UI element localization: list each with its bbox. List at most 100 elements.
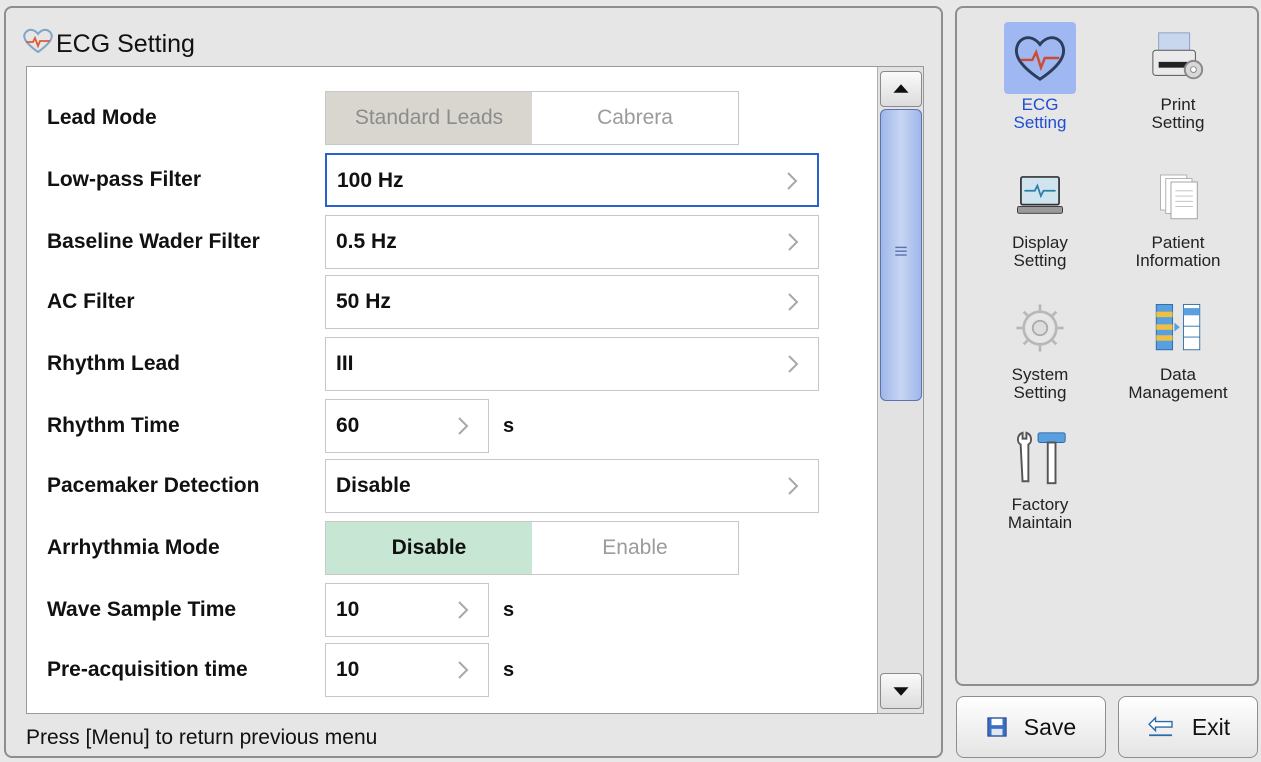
monitor-icon <box>1004 160 1076 232</box>
wrench-hammer-icon <box>1004 422 1076 494</box>
pacemaker-select[interactable]: Disable <box>325 459 819 513</box>
menu-data-management[interactable]: Data Management <box>1113 292 1243 402</box>
gear-icon <box>1004 292 1076 364</box>
ac-filter-label: AC Filter <box>47 290 135 313</box>
pre-acquisition-label: Pre-acquisition time <box>47 658 248 681</box>
menu-display-line1: Display <box>1012 233 1068 252</box>
row-arrhythmia: Arrhythmia Mode Disable Enable <box>27 521 877 575</box>
save-button[interactable]: Save <box>956 696 1106 758</box>
pre-acquisition-select[interactable]: 10 <box>325 643 489 697</box>
row-pre-acquisition: Pre-acquisition time 10 s <box>27 643 877 697</box>
rhythm-lead-label: Rhythm Lead <box>47 352 181 375</box>
status-message: Press [Menu] to return previous menu <box>26 726 378 749</box>
row-lead-mode: Lead Mode Standard Leads Cabrera <box>27 91 877 145</box>
pre-acquisition-unit: s <box>503 659 515 681</box>
row-wave-sample: Wave Sample Time 10 s <box>27 583 877 637</box>
heart-ecg-icon <box>20 28 56 61</box>
pre-acquisition-value: 10 <box>336 658 360 681</box>
low-pass-select[interactable]: 100 Hz <box>325 153 819 207</box>
navigation-panel: ECG Setting Print Setting Display Settin… <box>955 6 1259 686</box>
menu-display-line2: Setting <box>1013 251 1067 270</box>
menu-print-setting[interactable]: Print Setting <box>1113 22 1243 132</box>
baseline-label: Baseline Wader Filter <box>47 230 260 253</box>
chevron-right-icon <box>788 355 799 373</box>
scroll-up-button[interactable] <box>880 71 922 107</box>
menu-ecg-setting[interactable]: ECG Setting <box>975 22 1105 132</box>
rhythm-time-label: Rhythm Time <box>47 414 180 437</box>
menu-ecg-line2: Setting <box>1013 113 1067 132</box>
ecg-setting-panel: ECG Setting Lead Mode Standard Leads Cab… <box>4 6 943 758</box>
baseline-value: 0.5 Hz <box>336 230 397 253</box>
lead-mode-toggle[interactable]: Standard Leads Cabrera <box>325 91 739 145</box>
chevron-right-icon <box>788 477 799 495</box>
menu-system-setting[interactable]: System Setting <box>975 292 1105 402</box>
vertical-scrollbar[interactable] <box>877 67 923 713</box>
menu-factory-line1: Factory <box>1011 495 1069 514</box>
rhythm-lead-value: III <box>336 352 354 375</box>
rhythm-time-unit: s <box>503 415 515 437</box>
pacemaker-value: Disable <box>336 474 411 497</box>
panel-title: ECG Setting <box>20 26 195 62</box>
option-enable[interactable]: Enable <box>532 522 738 574</box>
arrow-up-icon <box>893 84 909 93</box>
scroll-down-button[interactable] <box>880 673 922 709</box>
wave-sample-value: 10 <box>336 598 360 621</box>
documents-icon <box>1142 160 1214 232</box>
printer-gear-icon <box>1142 22 1214 94</box>
arrhythmia-toggle[interactable]: Disable Enable <box>325 521 739 575</box>
menu-system-line1: System <box>1011 365 1069 384</box>
baseline-select[interactable]: 0.5 Hz <box>325 215 819 269</box>
settings-list: Lead Mode Standard Leads Cabrera Low-pas… <box>26 66 924 714</box>
chevron-right-icon <box>788 293 799 311</box>
row-low-pass: Low-pass Filter 100 Hz <box>27 153 877 207</box>
exit-label: Exit <box>1191 713 1231 740</box>
rhythm-lead-select[interactable]: III <box>325 337 819 391</box>
ac-filter-value: 50 Hz <box>336 290 391 313</box>
menu-patient-information[interactable]: Patient Information <box>1113 160 1243 270</box>
menu-factory-line2: Maintain <box>1007 513 1073 532</box>
option-cabrera[interactable]: Cabrera <box>532 92 738 144</box>
scroll-thumb[interactable] <box>880 109 922 401</box>
menu-display-setting[interactable]: Display Setting <box>975 160 1105 270</box>
option-standard-leads[interactable]: Standard Leads <box>326 92 532 144</box>
option-disable[interactable]: Disable <box>326 522 532 574</box>
menu-patient-line2: Information <box>1135 251 1221 270</box>
row-ac-filter: AC Filter 50 Hz <box>27 275 877 329</box>
chevron-right-icon <box>458 601 469 619</box>
wave-sample-unit: s <box>503 599 515 621</box>
low-pass-value: 100 Hz <box>337 169 404 192</box>
row-baseline: Baseline Wader Filter 0.5 Hz <box>27 215 877 269</box>
data-transfer-icon <box>1142 292 1214 364</box>
menu-system-line2: Setting <box>1013 383 1067 402</box>
save-label: Save <box>1023 713 1077 740</box>
return-arrow-icon <box>1147 716 1173 737</box>
arrhythmia-label: Arrhythmia Mode <box>47 536 220 559</box>
menu-factory-maintain[interactable]: Factory Maintain <box>975 422 1105 532</box>
row-rhythm-lead: Rhythm Lead III <box>27 337 877 391</box>
wave-sample-label: Wave Sample Time <box>47 598 237 621</box>
exit-button[interactable]: Exit <box>1118 696 1258 758</box>
row-rhythm-time: Rhythm Time 60 s <box>27 399 877 453</box>
row-pacemaker: Pacemaker Detection Disable <box>27 459 877 513</box>
ac-filter-select[interactable]: 50 Hz <box>325 275 819 329</box>
rhythm-time-select[interactable]: 60 <box>325 399 489 453</box>
floppy-disk-icon <box>987 717 1007 737</box>
menu-data-line2: Management <box>1128 383 1228 402</box>
menu-print-line2: Setting <box>1151 113 1205 132</box>
menu-ecg-line1: ECG <box>1021 95 1059 114</box>
lead-mode-label: Lead Mode <box>47 106 157 129</box>
wave-sample-select[interactable]: 10 <box>325 583 489 637</box>
menu-data-line1: Data <box>1160 365 1196 384</box>
menu-patient-line1: Patient <box>1151 233 1205 252</box>
pacemaker-label: Pacemaker Detection <box>47 474 260 497</box>
low-pass-label: Low-pass Filter <box>47 168 202 191</box>
chevron-right-icon <box>788 233 799 251</box>
chevron-right-icon <box>458 417 469 435</box>
grip-icon <box>895 246 907 256</box>
chevron-right-icon <box>458 661 469 679</box>
heart-ecg-icon <box>1004 22 1076 94</box>
arrow-down-icon <box>893 687 909 696</box>
rhythm-time-value: 60 <box>336 414 360 437</box>
chevron-right-icon <box>787 172 798 190</box>
menu-print-line1: Print <box>1160 95 1196 114</box>
